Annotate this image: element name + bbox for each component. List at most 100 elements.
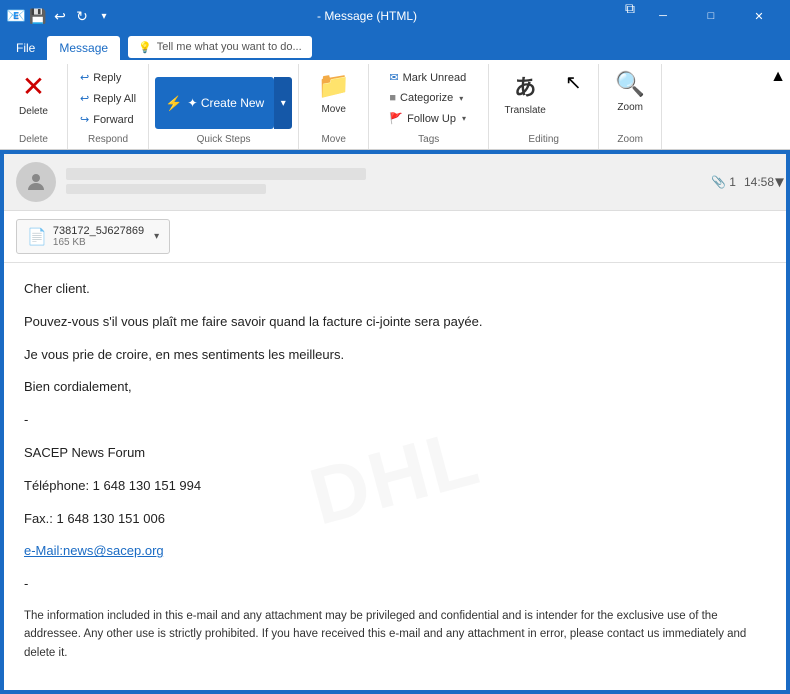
delete-group-content: ✕ Delete: [6, 66, 61, 132]
tell-me-text: Tell me what you want to do...: [157, 41, 302, 53]
attachment-number: 1: [729, 175, 736, 189]
main-area: 📎 1 14:58 ▾ 📄 738172_5J627869 165 KB ▾ D…: [0, 150, 790, 694]
title-bar: 📧 💾 ↩ ↻ ▾ - Message (HTML) ⧉ ─ □ ✕: [0, 0, 790, 32]
attachment-details: 738172_5J627869 165 KB: [53, 225, 144, 248]
scroll-down-button[interactable]: ▾: [775, 172, 784, 193]
ribbon-group-editing: あ Translate ↖ Editing: [489, 64, 599, 149]
avatar: [16, 162, 56, 202]
categorize-icon: ■: [389, 92, 396, 104]
quicksteps-content: ⚡ ✦ Create New ▾: [155, 66, 292, 132]
zoom-button[interactable]: 🔍 Zoom: [605, 66, 655, 118]
mark-unread-button[interactable]: ✉ Mark Unread: [383, 68, 474, 87]
email-line: e-Mail:news@sacep.org: [24, 541, 766, 562]
categorize-button[interactable]: ■ Categorize ▾: [383, 89, 474, 107]
paperclip-icon: 📎: [711, 175, 726, 189]
attachment-file-icon: 📄: [27, 227, 47, 247]
zoom-group-label: Zoom: [605, 132, 655, 147]
cursor-button[interactable]: ↖: [556, 66, 591, 102]
respond-group-label: Respond: [74, 132, 142, 147]
delete-icon: ✕: [22, 70, 45, 103]
paragraph1: Pouvez-vous s'il vous plaît me faire sav…: [24, 312, 766, 333]
move-label: Move: [321, 104, 345, 116]
lightbulb-icon: 💡: [138, 41, 152, 54]
tab-file[interactable]: File: [4, 36, 47, 60]
ribbon-group-zoom: 🔍 Zoom Zoom: [599, 64, 662, 149]
attachment-item[interactable]: 📄 738172_5J627869 165 KB ▾: [16, 219, 170, 254]
undo-icon[interactable]: ↩: [52, 8, 68, 24]
tags-stack: ✉ Mark Unread ■ Categorize ▾ 🚩 Follow Up…: [383, 66, 474, 128]
forward-icon: ↪: [80, 113, 89, 126]
ribbon-collapse-button[interactable]: ▲: [766, 64, 790, 90]
quicksteps-group-label: Quick Steps: [155, 132, 292, 147]
categorize-label: Categorize: [400, 92, 453, 104]
greeting: Cher client.: [24, 279, 766, 300]
follow-up-button[interactable]: 🚩 Follow Up ▾: [383, 109, 474, 128]
mark-unread-icon: ✉: [389, 71, 398, 84]
reply-all-icon: ↩: [80, 92, 89, 105]
forward-button[interactable]: ↪ Forward: [74, 110, 142, 129]
email-link[interactable]: e-Mail:news@sacep.org: [24, 543, 164, 558]
delete-button[interactable]: ✕ Delete: [6, 66, 61, 122]
editing-group-label: Editing: [495, 132, 592, 147]
reply-button[interactable]: ↩ Reply: [74, 68, 142, 87]
message-window: 📎 1 14:58 ▾ 📄 738172_5J627869 165 KB ▾ D…: [4, 154, 786, 690]
reply-icon: ↩: [80, 71, 89, 84]
translate-label: Translate: [505, 105, 546, 117]
categorize-arrow: ▾: [457, 94, 465, 103]
body-content: Cher client. Pouvez-vous s'il vous plaît…: [24, 279, 766, 662]
redo-icon[interactable]: ↻: [74, 8, 90, 24]
create-new-label: ✦ Create New: [187, 96, 264, 110]
attachment-name: 738172_5J627869: [53, 225, 144, 237]
ribbon-group-respond: ↩ Reply ↩ Reply All ↪ Forward Respond: [68, 64, 149, 149]
save-icon[interactable]: 💾: [30, 8, 46, 24]
forward-label: Forward: [93, 114, 133, 126]
attachment-size: 165 KB: [53, 237, 144, 248]
minimize-button[interactable]: ─: [640, 0, 686, 32]
zoom-group-content: 🔍 Zoom: [605, 66, 655, 132]
from-bar: [66, 184, 266, 194]
paragraph2: Je vous prie de croire, en mes sentiment…: [24, 345, 766, 366]
editing-group-content: あ Translate ↖: [497, 66, 591, 132]
window-title: - Message (HTML): [112, 9, 622, 23]
reply-all-label: Reply All: [93, 93, 136, 105]
ribbon-group-move: 📁 Move Move: [299, 64, 369, 149]
header-info: [66, 168, 701, 197]
close-button[interactable]: ✕: [736, 0, 782, 32]
snap-icon[interactable]: ⧉: [622, 0, 638, 16]
phone: Téléphone: 1 648 130 151 994: [24, 476, 766, 497]
maximize-button[interactable]: □: [688, 0, 734, 32]
title-bar-left: 📧 💾 ↩ ↻ ▾: [8, 8, 112, 24]
message-header: 📎 1 14:58 ▾: [4, 154, 786, 211]
respond-stack: ↩ Reply ↩ Reply All ↪ Forward: [74, 66, 142, 129]
org-name: SACEP News Forum: [24, 443, 766, 464]
zoom-label: Zoom: [617, 102, 643, 114]
message-body: DHL Cher client. Pouvez-vous s'il vous p…: [4, 263, 786, 690]
move-button[interactable]: 📁 Move: [309, 66, 359, 120]
subject-bar: [66, 168, 366, 180]
create-new-button[interactable]: ⚡ ✦ Create New: [155, 77, 274, 129]
closing: Bien cordialement,: [24, 377, 766, 398]
respond-group-content: ↩ Reply ↩ Reply All ↪ Forward: [74, 66, 142, 132]
delete-group-label: Delete: [6, 132, 61, 147]
dash1: -: [24, 410, 766, 431]
create-new-dropdown[interactable]: ▾: [274, 77, 292, 129]
ribbon-group-delete: ✕ Delete Delete: [0, 64, 68, 149]
attachment-dropdown-arrow[interactable]: ▾: [154, 231, 159, 242]
reply-label: Reply: [93, 72, 121, 84]
reply-all-button[interactable]: ↩ Reply All: [74, 89, 142, 108]
tell-me-input[interactable]: 💡 Tell me what you want to do...: [128, 36, 312, 58]
follow-up-icon: 🚩: [389, 112, 403, 125]
attachment-area: 📄 738172_5J627869 165 KB ▾: [4, 211, 786, 263]
attachment-count: 📎 1: [711, 175, 736, 189]
translate-button[interactable]: あ Translate: [497, 66, 554, 121]
tags-group-content: ✉ Mark Unread ■ Categorize ▾ 🚩 Follow Up…: [383, 66, 474, 132]
ribbon-group-tags: ✉ Mark Unread ■ Categorize ▾ 🚩 Follow Up…: [369, 64, 489, 149]
move-group-content: 📁 Move: [309, 66, 359, 132]
create-new-wrapper: ⚡ ✦ Create New ▾: [155, 77, 292, 129]
tab-message[interactable]: Message: [47, 36, 120, 60]
ribbon-group-quicksteps: ⚡ ✦ Create New ▾ Quick Steps: [149, 64, 299, 149]
message-time: 14:58: [744, 175, 774, 189]
customize-icon[interactable]: ▾: [96, 8, 112, 24]
delete-label: Delete: [19, 106, 48, 118]
ribbon: ✕ Delete Delete ↩ Reply ↩ Reply All ↪ Fo…: [0, 60, 790, 150]
